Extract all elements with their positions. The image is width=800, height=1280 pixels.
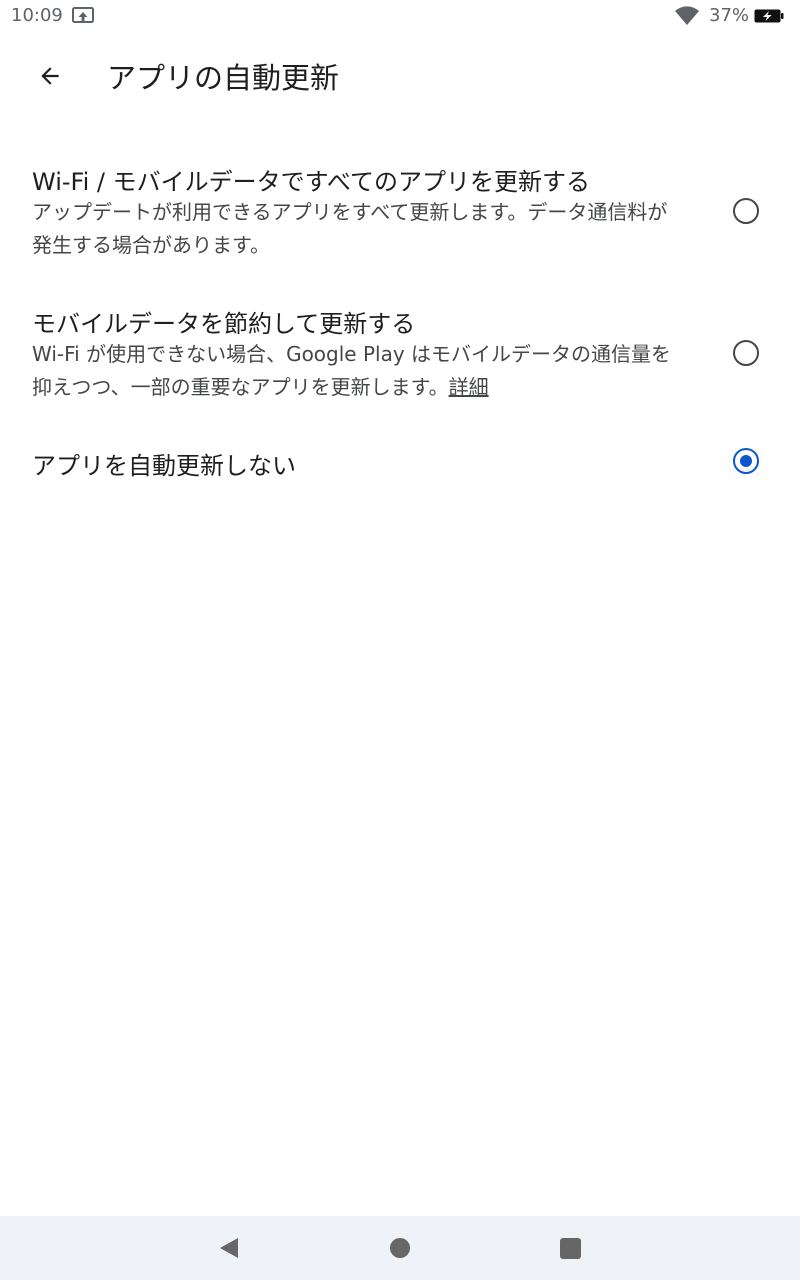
option-description-text: Wi-Fi が使用できない場合、Google Play はモバイルデータの通信量… xyxy=(32,342,672,399)
option-no-auto-update[interactable]: アプリを自動更新しない xyxy=(0,434,800,490)
radio-button-save-data[interactable] xyxy=(733,340,759,366)
learn-more-link[interactable]: 詳細 xyxy=(449,375,489,399)
page-title: アプリの自動更新 xyxy=(107,61,340,95)
nav-back-icon[interactable] xyxy=(218,1236,242,1260)
app-bar: アプリの自動更新 xyxy=(0,40,800,112)
navigation-bar xyxy=(0,1216,800,1280)
option-update-all[interactable]: Wi-Fi / モバイルデータですべてのアプリを更新する アップデートが利用でき… xyxy=(0,150,800,280)
back-button[interactable] xyxy=(26,52,74,100)
status-bar: 10:09 37% xyxy=(0,0,800,32)
option-save-data[interactable]: モバイルデータを節約して更新する Wi-Fi が使用できない場合、Google … xyxy=(0,292,800,422)
screen: 10:09 37% アプリの自動更新 Wi-Fi / モバイルデータですべてのア… xyxy=(0,0,800,1280)
option-title: Wi-Fi / モバイルデータですべてのアプリを更新する xyxy=(32,168,590,196)
battery-percentage: 37% xyxy=(709,5,750,26)
nav-recents-icon[interactable] xyxy=(560,1238,581,1259)
option-title: モバイルデータを節約して更新する xyxy=(32,310,416,338)
nav-home-icon[interactable] xyxy=(390,1238,410,1258)
arrow-back-icon xyxy=(41,67,59,85)
radio-button-update-all[interactable] xyxy=(733,198,759,224)
battery-charging-icon xyxy=(754,9,784,23)
status-time: 10:09 xyxy=(11,5,63,26)
option-title: アプリを自動更新しない xyxy=(32,452,296,480)
cast-upload-icon xyxy=(72,7,94,23)
option-description: アップデートが利用できるアプリをすべて更新します。データ通信料が発生する場合があ… xyxy=(32,200,668,257)
wifi-icon xyxy=(675,6,699,26)
radio-button-no-auto-update[interactable] xyxy=(733,448,759,474)
option-description: Wi-Fi が使用できない場合、Google Play はモバイルデータの通信量… xyxy=(32,338,682,404)
